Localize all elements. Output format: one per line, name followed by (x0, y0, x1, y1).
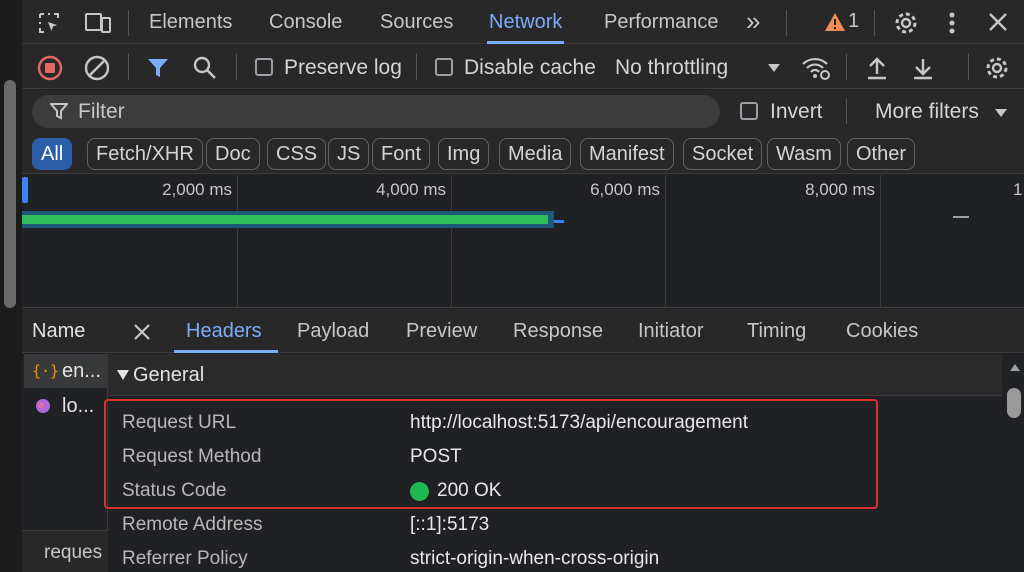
stop-recording-icon[interactable] (37, 55, 63, 81)
disable-cache-checkbox[interactable] (435, 58, 453, 76)
clear-log-icon[interactable] (84, 55, 110, 81)
filter-input[interactable] (32, 95, 720, 128)
more-filters-chevron-icon[interactable] (994, 106, 1008, 120)
type-chip-js[interactable]: JS (328, 138, 370, 170)
tab-performance[interactable]: Performance (604, 0, 719, 44)
more-options-icon[interactable] (942, 9, 962, 37)
settings-gear-icon[interactable] (892, 9, 920, 37)
type-chip-all[interactable]: All (32, 138, 73, 170)
timeline-request-tail (554, 220, 564, 223)
tab-cookies[interactable]: Cookies (846, 309, 918, 353)
timeline-tick-label: 6,000 ms (590, 180, 660, 199)
tab-network[interactable]: Network (486, 0, 565, 44)
type-chip-fetch-xhr[interactable]: Fetch/XHR (87, 138, 203, 170)
inspect-element-icon[interactable] (36, 10, 62, 36)
request-name[interactable]: lo... (62, 395, 94, 418)
detail-scrollbar-track[interactable] (1002, 354, 1024, 572)
device-toolbar-icon[interactable] (84, 10, 112, 36)
more-filters-button[interactable]: More filters (875, 100, 979, 124)
tab-elements[interactable]: Elements (149, 0, 232, 44)
preserve-log-label: Preserve log (284, 56, 402, 79)
websocket-request-icon (34, 397, 52, 415)
tab-preview[interactable]: Preview (406, 309, 477, 353)
type-chip-font[interactable]: Font (372, 138, 431, 170)
invert-label: Invert (770, 100, 823, 123)
tab-console[interactable]: Console (269, 0, 342, 44)
network-conditions-icon[interactable] (800, 54, 832, 82)
header-key: Remote Address (122, 514, 263, 535)
timeline-gridline (237, 175, 238, 308)
request-name[interactable]: en... (62, 360, 101, 383)
tab-timing[interactable]: Timing (747, 309, 806, 353)
invert-checkbox[interactable] (740, 102, 758, 120)
type-chip-img[interactable]: Img (438, 138, 490, 170)
close-devtools-icon[interactable] (986, 10, 1010, 34)
request-summary: reques (44, 542, 103, 563)
tab-response[interactable]: Response (513, 309, 603, 353)
timeline-tick-label: 2,000 ms (162, 180, 232, 199)
throttling-select[interactable]: No throttling (615, 56, 728, 80)
warning-count[interactable]: 1 (848, 10, 859, 33)
timeline-gridline (451, 175, 452, 308)
general-section-title: General (133, 364, 205, 386)
type-chip-doc[interactable]: Doc (206, 138, 260, 170)
type-chip-other[interactable]: Other (847, 138, 916, 170)
filter-funnel-icon[interactable] (146, 55, 170, 81)
timeline-marker (953, 216, 969, 218)
name-header-label: Name (32, 320, 86, 342)
import-har-icon[interactable] (864, 54, 890, 82)
filter-placeholder: Filter (78, 100, 125, 123)
scroll-up-arrow-icon[interactable] (1009, 362, 1021, 372)
timeline-tick-label: 8,000 ms (805, 180, 875, 199)
header-value-remote-address[interactable]: [::1]:5173 (410, 514, 489, 536)
type-chip-css[interactable]: CSS (267, 138, 327, 170)
search-icon[interactable] (192, 55, 218, 81)
tab-sources[interactable]: Sources (380, 0, 453, 44)
timeline-gridline (880, 175, 881, 308)
timeline-tick-label: 4,000 ms (376, 180, 446, 199)
type-chip-wasm[interactable]: Wasm (767, 138, 841, 170)
timeline-request-bar (22, 215, 548, 224)
more-tabs-button[interactable]: » (746, 0, 760, 44)
highlight-annotation-box (104, 399, 878, 509)
type-chip-media[interactable]: Media (499, 138, 572, 170)
type-chip-socket[interactable]: Socket (683, 138, 763, 170)
general-section-header[interactable] (108, 354, 1002, 396)
timeline-tick-label: 1 (1013, 180, 1023, 199)
network-settings-gear-icon[interactable] (982, 53, 1012, 83)
tab-headers[interactable]: Headers (174, 309, 278, 353)
type-chip-manifest[interactable]: Manifest (580, 138, 674, 170)
triangle-down-icon[interactable] (116, 368, 130, 382)
header-value-referrer-policy[interactable]: strict-origin-when-cross-origin (410, 548, 659, 570)
preserve-log-checkbox[interactable] (255, 58, 273, 76)
fetch-request-icon: {·} (32, 362, 60, 380)
disable-cache-label: Disable cache (464, 56, 596, 79)
filter-icon (48, 100, 70, 122)
detail-scrollbar-thumb[interactable] (1007, 388, 1021, 418)
close-detail-icon[interactable] (130, 320, 154, 344)
timeline-start-handle[interactable] (22, 177, 28, 203)
tab-initiator[interactable]: Initiator (638, 309, 704, 353)
export-har-icon[interactable] (910, 54, 936, 82)
chevron-down-icon[interactable] (766, 60, 782, 76)
left-scrollbar[interactable] (4, 80, 16, 308)
tab-payload[interactable]: Payload (297, 309, 369, 353)
warning-icon[interactable] (824, 11, 846, 33)
header-key: Referrer Policy (122, 548, 248, 569)
timeline-gridline (665, 175, 666, 308)
